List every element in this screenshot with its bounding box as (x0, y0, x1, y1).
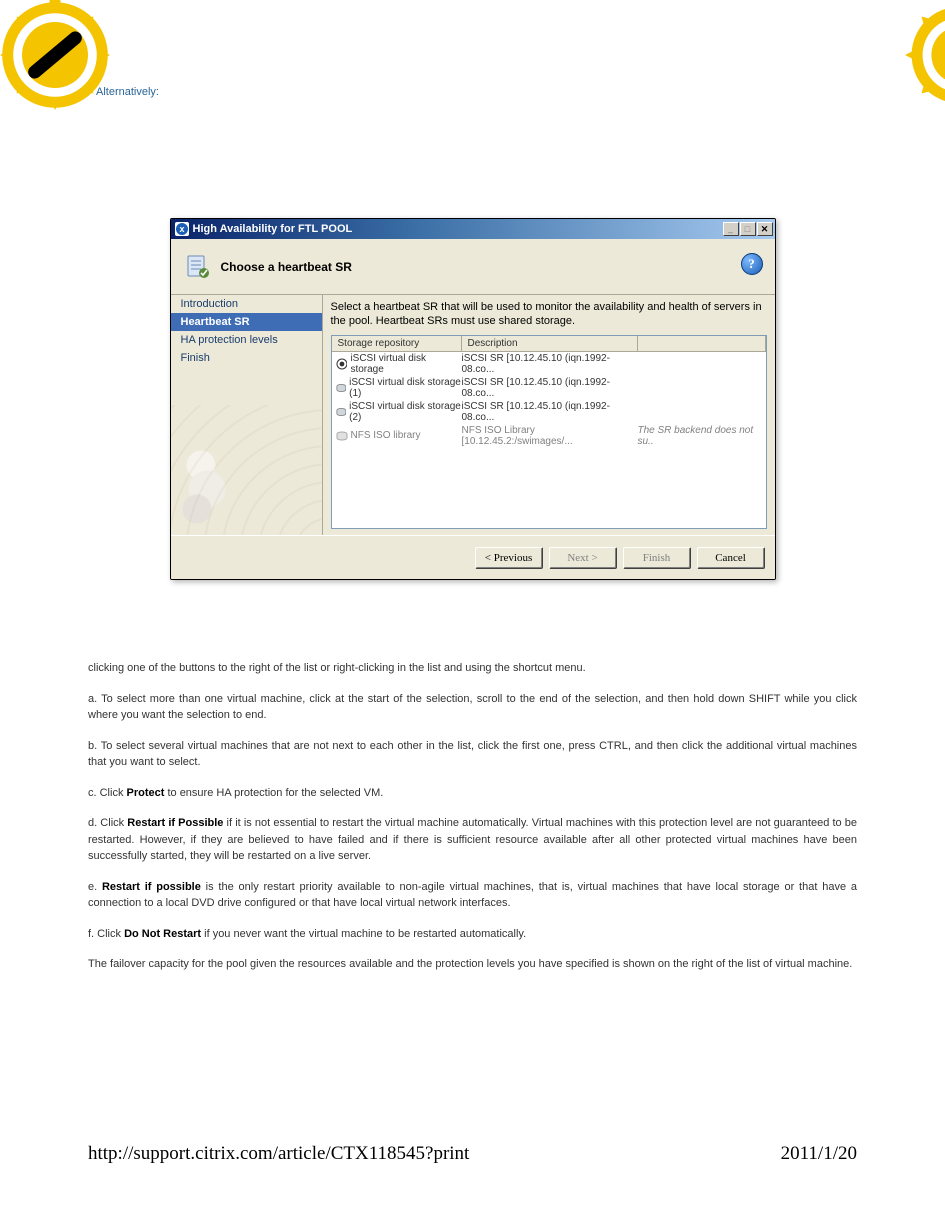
sr-listview[interactable]: Storage repository Description iSCS (331, 335, 767, 530)
para-d-bold: Restart if Possible (127, 817, 223, 829)
window-maximize-button[interactable]: □ (740, 222, 756, 236)
footer-date: 2011/1/20 (781, 1143, 857, 1165)
window-titlebar[interactable]: x High Availability for FTL POOL _ □ ✕ (171, 219, 775, 239)
nav-item-finish[interactable]: Finish (171, 349, 322, 367)
svg-text:x: x (179, 224, 184, 234)
col-storage-repository[interactable]: Storage repository (332, 336, 462, 351)
sr-note (638, 401, 766, 423)
window-minimize-button[interactable]: _ (723, 222, 739, 236)
sr-desc: iSCSI SR [10.12.45.10 (iqn.1992-08.co... (462, 353, 638, 375)
window-close-button[interactable]: ✕ (757, 222, 773, 236)
para-e: e. Restart if possible is the only resta… (88, 879, 857, 912)
sr-name: iSCSI virtual disk storage (1) (349, 377, 461, 399)
para-c: c. Click Protect to ensure HA protection… (88, 785, 857, 802)
para-e-bold: Restart if possible (102, 881, 201, 893)
alt-text: Alternatively: (96, 86, 857, 98)
para-a: a. To select more than one virtual machi… (88, 691, 857, 724)
para-f-post: if you never want the virtual machine to… (201, 928, 526, 940)
sr-row[interactable]: iSCSI virtual disk storage (2) iSCSI SR … (332, 400, 766, 424)
para-e-pre: e. (88, 881, 102, 893)
wizard-nav: Introduction Heartbeat SR HA protection … (171, 295, 323, 535)
sr-note: The SR backend does not su.. (638, 425, 766, 447)
para-f-pre: f. Click (88, 928, 124, 940)
finish-button[interactable]: Finish (623, 547, 691, 569)
sr-name: iSCSI virtual disk storage (2) (349, 401, 461, 423)
cancel-button[interactable]: Cancel (697, 547, 765, 569)
para-f-bold: Do Not Restart (124, 928, 201, 940)
sr-note (638, 353, 766, 375)
ha-wizard-dialog: x High Availability for FTL POOL _ □ ✕ (170, 218, 776, 580)
sr-desc: NFS ISO Library [10.12.45.2:/swimages/..… (462, 425, 638, 447)
disk-icon (336, 406, 347, 418)
nav-item-introduction[interactable]: Introduction (171, 295, 322, 313)
gear-icon (905, 0, 945, 110)
sr-row[interactable]: iSCSI virtual disk storage iSCSI SR [10.… (332, 352, 766, 376)
para-fragment: clicking one of the buttons to the right… (88, 660, 857, 677)
para-d-pre: d. Click (88, 817, 127, 829)
next-button[interactable]: Next > (549, 547, 617, 569)
wizard-step-icon (185, 254, 211, 280)
col-description[interactable]: Description (462, 336, 638, 351)
sr-row[interactable]: iSCSI virtual disk storage (1) iSCSI SR … (332, 376, 766, 400)
nav-item-ha-protection[interactable]: HA protection levels (171, 331, 322, 349)
previous-button[interactable]: < Previous (475, 547, 543, 569)
sr-desc: iSCSI SR [10.12.45.10 (iqn.1992-08.co... (462, 401, 638, 423)
sr-list-header: Storage repository Description (332, 336, 766, 352)
sr-name: NFS ISO library (351, 430, 421, 441)
wizard-instruction: Select a heartbeat SR that will be used … (331, 301, 767, 329)
sr-note (638, 377, 766, 399)
radio-selected-icon (336, 358, 348, 370)
footer-url: http://support.citrix.com/article/CTX118… (88, 1143, 469, 1165)
wizard-button-bar: < Previous Next > Finish Cancel (171, 535, 775, 579)
window-title: High Availability for FTL POOL (193, 223, 722, 235)
corner-badge-right[interactable] (905, 0, 945, 110)
para-failover: The failover capacity for the pool given… (88, 956, 857, 973)
nav-item-heartbeat-sr[interactable]: Heartbeat SR (171, 313, 322, 331)
sr-desc: iSCSI SR [10.12.45.10 (iqn.1992-08.co... (462, 377, 638, 399)
sr-name: iSCSI virtual disk storage (350, 353, 461, 375)
gear-icon (0, 0, 110, 110)
para-c-pre: c. Click (88, 787, 127, 799)
sr-row[interactable]: NFS ISO library NFS ISO Library [10.12.4… (332, 424, 766, 448)
para-c-post: to ensure HA protection for the selected… (164, 787, 383, 799)
corner-badge-left[interactable] (0, 0, 110, 110)
para-e-post: is the only restart priority available t… (88, 881, 857, 910)
wizard-step-title: Choose a heartbeat SR (221, 260, 352, 274)
help-button[interactable]: ? (741, 253, 763, 275)
disk-icon (336, 430, 348, 442)
para-f: f. Click Do Not Restart if you never wan… (88, 926, 857, 943)
para-d: d. Click Restart if Possible if it is no… (88, 815, 857, 865)
app-icon: x (175, 222, 189, 236)
disk-icon (336, 382, 347, 394)
para-b: b. To select several virtual machines th… (88, 738, 857, 771)
wizard-decorative-image (171, 405, 322, 535)
para-c-bold: Protect (127, 787, 165, 799)
